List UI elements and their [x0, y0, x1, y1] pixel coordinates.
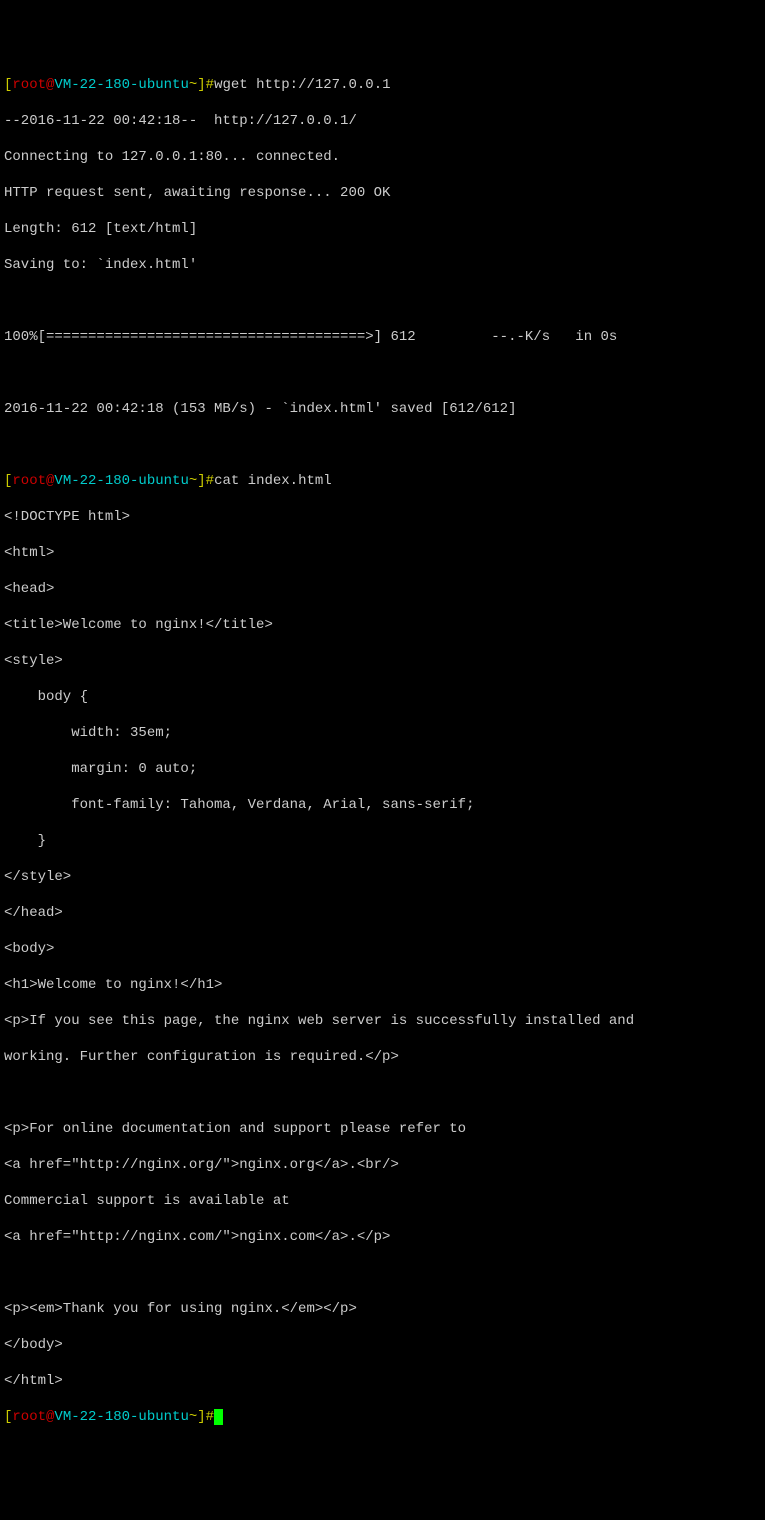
- wget-output: HTTP request sent, awaiting response... …: [4, 184, 761, 202]
- cat-output: <body>: [4, 940, 761, 958]
- cat-output: <a href="http://nginx.org/">nginx.org</a…: [4, 1156, 761, 1174]
- user: root@: [12, 473, 54, 489]
- cat-output: <a href="http://nginx.com/">nginx.com</a…: [4, 1228, 761, 1246]
- cat-output: font-family: Tahoma, Verdana, Arial, san…: [4, 796, 761, 814]
- cursor-icon: [214, 1409, 223, 1425]
- cat-output: </body>: [4, 1336, 761, 1354]
- cat-output: <h1>Welcome to nginx!</h1>: [4, 976, 761, 994]
- cat-output: </head>: [4, 904, 761, 922]
- prompt-line-3[interactable]: [root@VM-22-180-ubuntu~]#: [4, 1408, 761, 1426]
- wget-output: Connecting to 127.0.0.1:80... connected.: [4, 148, 761, 166]
- cat-output: <title>Welcome to nginx!</title>: [4, 616, 761, 634]
- host: VM-22-180-ubuntu: [54, 77, 188, 93]
- cat-output: <html>: [4, 544, 761, 562]
- user: root@: [12, 1409, 54, 1425]
- blank-line: [4, 292, 761, 310]
- bracket: ]: [197, 473, 205, 489]
- command-cat: cat index.html: [214, 473, 332, 489]
- bracket: [: [4, 1409, 12, 1425]
- cat-output: </html>: [4, 1372, 761, 1390]
- prompt-line-2[interactable]: [root@VM-22-180-ubuntu~]#cat index.html: [4, 472, 761, 490]
- cat-output: }: [4, 832, 761, 850]
- wget-output: --2016-11-22 00:42:18-- http://127.0.0.1…: [4, 112, 761, 130]
- host: VM-22-180-ubuntu: [54, 473, 188, 489]
- command-wget: wget http://127.0.0.1: [214, 77, 390, 93]
- cat-output: margin: 0 auto;: [4, 760, 761, 778]
- hash: #: [206, 473, 214, 489]
- path: ~: [189, 473, 197, 489]
- blank-line: [4, 436, 761, 454]
- hash: #: [206, 77, 214, 93]
- cat-output: <p>For online documentation and support …: [4, 1120, 761, 1138]
- blank-line: [4, 364, 761, 382]
- host: VM-22-180-ubuntu: [54, 1409, 188, 1425]
- wget-output: 2016-11-22 00:42:18 (153 MB/s) - `index.…: [4, 400, 761, 418]
- blank-line: [4, 1264, 761, 1282]
- wget-output: Length: 612 [text/html]: [4, 220, 761, 238]
- cat-output: body {: [4, 688, 761, 706]
- wget-progress: 100%[===================================…: [4, 328, 761, 346]
- cat-output: </style>: [4, 868, 761, 886]
- user: root@: [12, 77, 54, 93]
- cat-output: <p>If you see this page, the nginx web s…: [4, 1012, 761, 1030]
- cat-output: <!DOCTYPE html>: [4, 508, 761, 526]
- bracket: ]: [197, 1409, 205, 1425]
- wget-output: Saving to: `index.html': [4, 256, 761, 274]
- cat-output: working. Further configuration is requir…: [4, 1048, 761, 1066]
- cat-output: <style>: [4, 652, 761, 670]
- cat-output: width: 35em;: [4, 724, 761, 742]
- bracket: ]: [197, 77, 205, 93]
- hash: #: [206, 1409, 214, 1425]
- path: ~: [189, 77, 197, 93]
- blank-line: [4, 1084, 761, 1102]
- path: ~: [189, 1409, 197, 1425]
- cat-output: <p><em>Thank you for using nginx.</em></…: [4, 1300, 761, 1318]
- cat-output: <head>: [4, 580, 761, 598]
- cat-output: Commercial support is available at: [4, 1192, 761, 1210]
- prompt-line-1[interactable]: [root@VM-22-180-ubuntu~]#wget http://127…: [4, 76, 761, 94]
